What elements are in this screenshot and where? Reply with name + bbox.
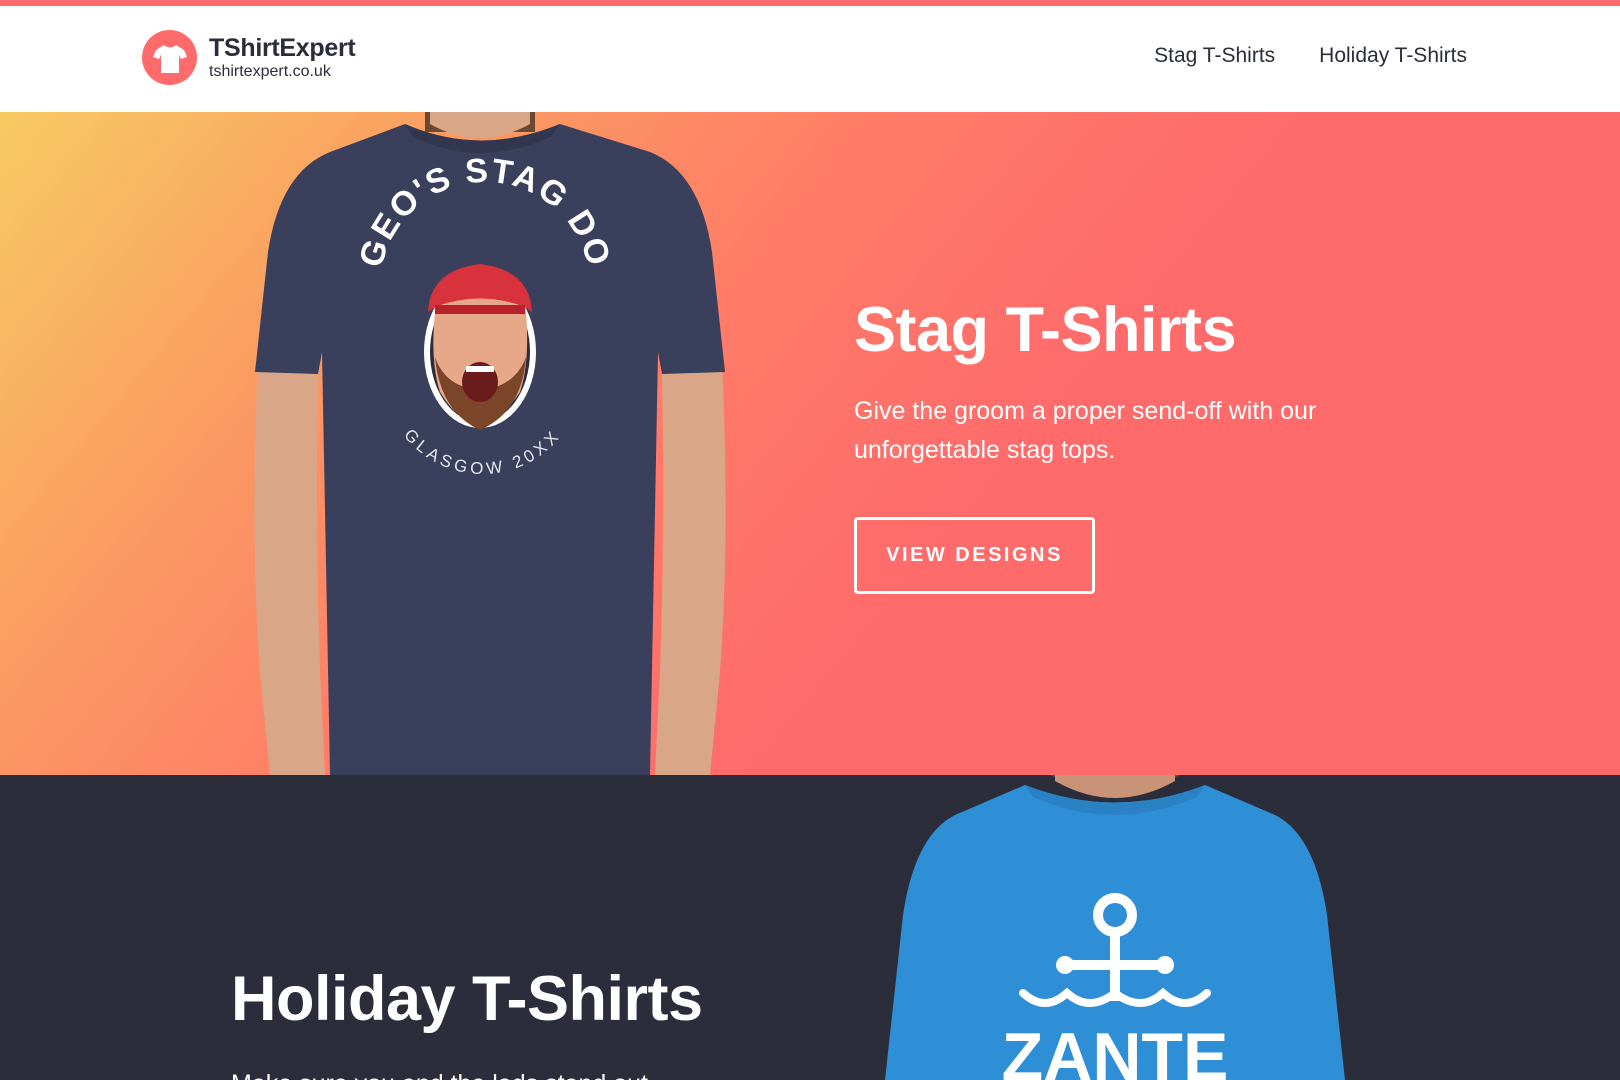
stag-hero-description: Give the groom a proper send-off with ou… xyxy=(854,397,1317,464)
holiday-tshirt-model-image: ZANTE xyxy=(885,775,1345,1080)
stag-hero-title: Stag T-Shirts xyxy=(854,295,1237,365)
main-nav: Stag T-Shirts Holiday T-Shirts xyxy=(1154,44,1467,68)
nav-link-stag-tshirts[interactable]: Stag T-Shirts xyxy=(1154,44,1275,68)
holiday-section: ZANTE Holiday T-Shirts Make sure you and… xyxy=(0,775,1620,1080)
holiday-title: Holiday T-Shirts xyxy=(231,964,703,1034)
tshirt-icon xyxy=(142,30,197,85)
brand-name: TShirtExpert xyxy=(209,33,356,62)
stag-hero-section: GEO'S STAG DO GLASGOW 20XX Stag T-Shirts… xyxy=(0,112,1620,775)
holiday-print-text: ZANTE xyxy=(1002,1019,1229,1080)
stag-hero-content: Stag T-Shirts Give the groom a proper se… xyxy=(854,292,1414,594)
holiday-content: Holiday T-Shirts Make sure you and the l… xyxy=(231,961,791,1080)
stag-shirt-body xyxy=(255,124,725,775)
brand-link[interactable]: TShirtExpert tshirtexpert.co.uk xyxy=(142,30,356,85)
brand-url: tshirtexpert.co.uk xyxy=(209,62,331,80)
view-designs-button[interactable]: VIEW DESIGNS xyxy=(854,517,1095,594)
stag-tshirt-model-image: GEO'S STAG DO GLASGOW 20XX xyxy=(254,112,726,775)
nav-link-holiday-tshirts[interactable]: Holiday T-Shirts xyxy=(1319,44,1467,68)
site-header: TShirtExpert tshirtexpert.co.uk Stag T-S… xyxy=(0,6,1620,112)
holiday-description: Make sure you and the lads stand out xyxy=(231,1065,791,1080)
